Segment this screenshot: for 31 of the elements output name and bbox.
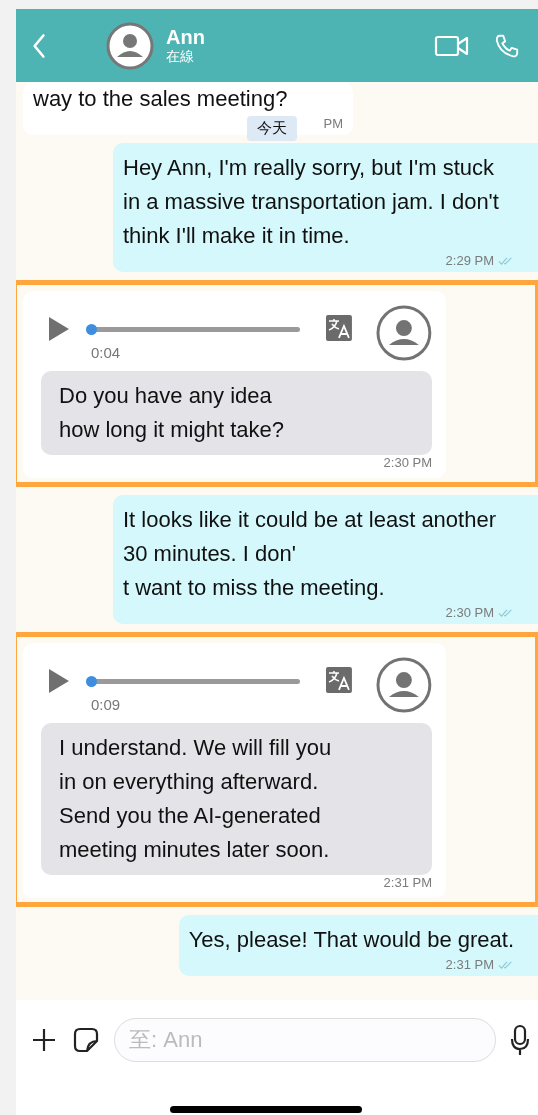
message-time: 2:30 PM [383,455,432,470]
message-time: PM [323,116,343,131]
avatar-icon [376,305,432,361]
avatar-icon[interactable] [106,21,154,70]
microphone-icon[interactable] [510,1024,530,1056]
message-text: It looks like it could be at least another 30 minutes. I don' t want to miss the meeting. [123,506,497,602]
message-text: way to the sales meeting? [33,86,288,111]
transcript-text: Do you have any idea how long it might take? [41,371,432,455]
avatar-icon [376,657,432,713]
message-time: 2:31 PM [445,957,494,972]
phone-icon[interactable] [494,32,520,59]
plus-icon[interactable] [30,1026,58,1054]
message-input[interactable]: 至: Ann [114,1018,496,1062]
contact-name: Ann [166,26,206,48]
audio-duration: 0:04 [90,344,122,361]
message-time: 2:31 PM [383,875,432,890]
back-icon[interactable] [32,32,46,59]
translate-icon[interactable] [326,667,353,693]
contact-status: 在線 [166,48,195,65]
message-time: 2:30 PM [445,605,494,620]
transcript-text: I understand. We will fill you in on everything afterward. Send you the AI-generated meeting minutes later soon. [41,723,432,875]
audio-duration: 0:09 [90,696,122,713]
play-icon[interactable] [47,667,71,695]
translate-icon[interactable] [326,315,353,341]
play-icon[interactable] [47,315,71,343]
sticker-icon[interactable] [72,1026,100,1054]
message-text: Hey Ann, I'm really sorry, but I'm stuck in a massive transportation jam. I don't think I'll make it in time. [123,154,500,250]
date-chip: 今天 [247,116,297,141]
video-call-icon[interactable] [434,33,470,58]
message-time: 2:29 PM [445,253,494,268]
message-text: Yes, please! That would be great. [188,926,514,954]
